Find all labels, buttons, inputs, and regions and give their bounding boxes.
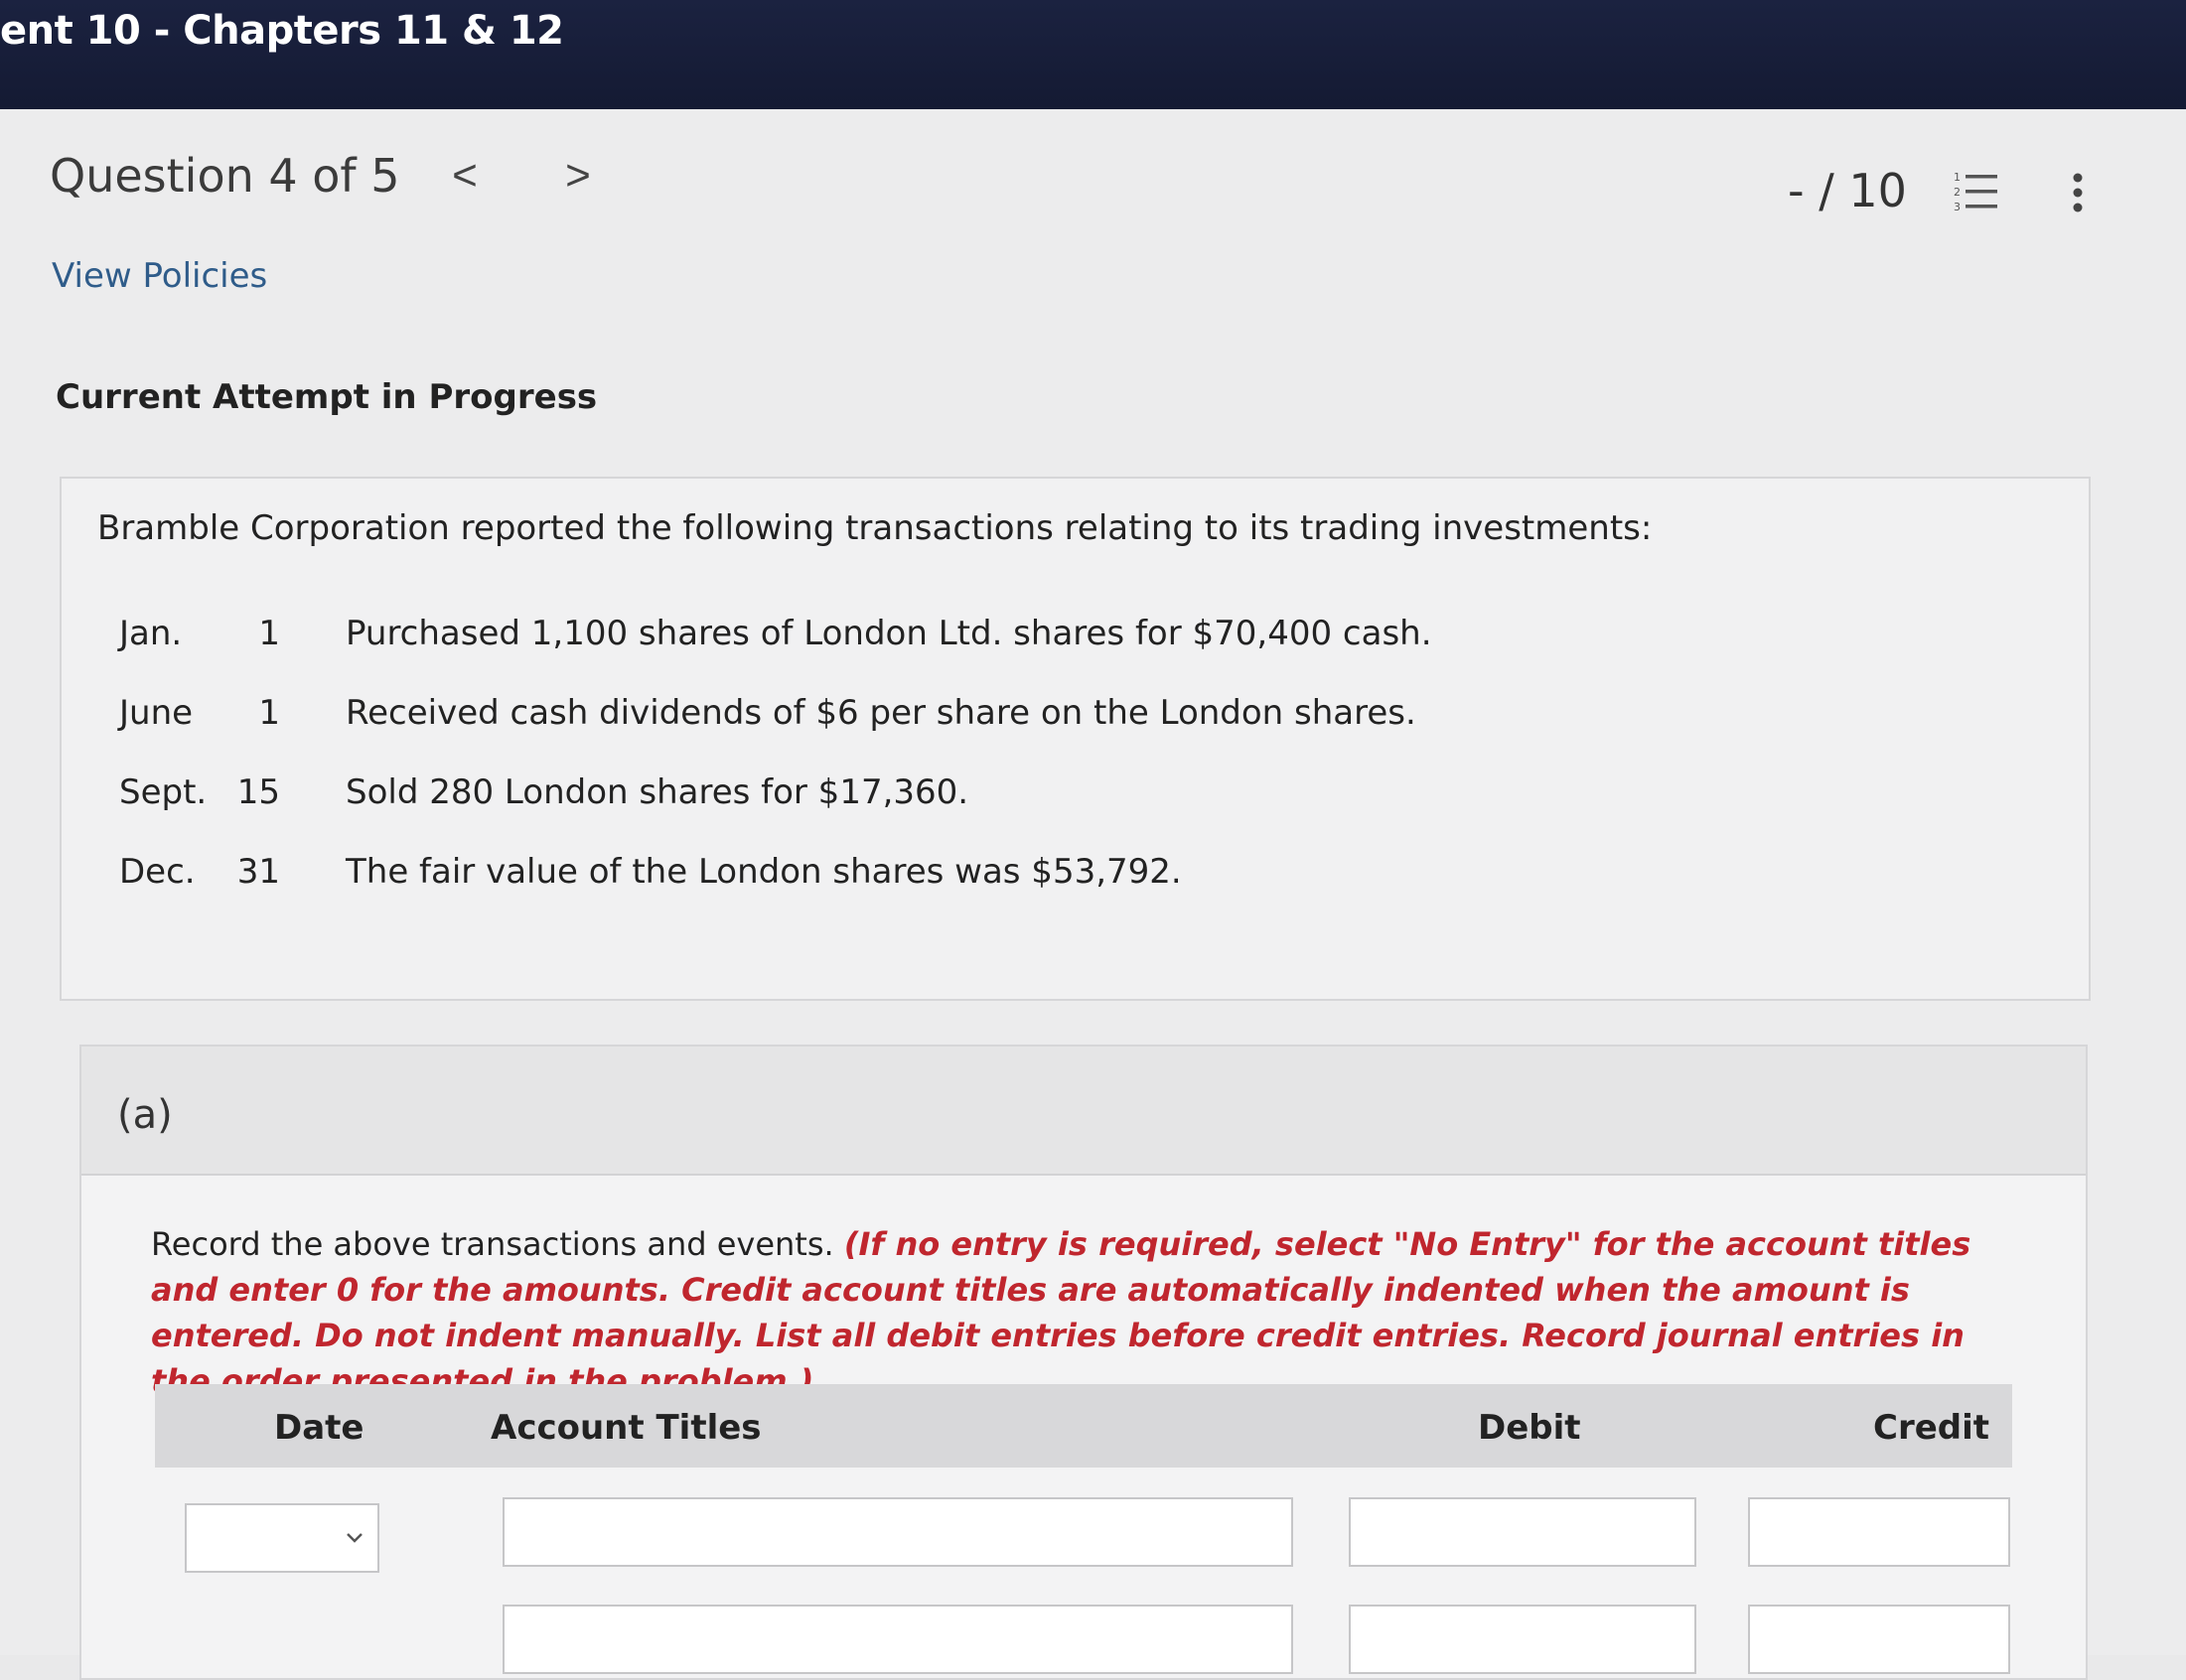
part-a-instructions: Record the above transactions and events…	[151, 1221, 2018, 1404]
column-header-debit: Debit	[1478, 1408, 1581, 1448]
transaction-day: 31	[236, 852, 280, 892]
debit-input[interactable]	[1349, 1605, 1696, 1674]
problem-intro: Bramble Corporation reported the followi…	[97, 508, 1653, 548]
journal-table-header: Date Account Titles Debit Credit	[155, 1384, 2012, 1468]
account-title-input[interactable]	[503, 1605, 1293, 1674]
next-question-button[interactable]: >	[553, 151, 603, 201]
debit-input[interactable]	[1349, 1497, 1696, 1567]
transaction-description: Sold 280 London shares for $17,360.	[346, 772, 969, 812]
transaction-month: Jan.	[119, 614, 183, 653]
part-label: (a)	[117, 1092, 173, 1138]
transaction-day: 1	[258, 614, 280, 653]
instruction-text: Record the above transactions and events…	[151, 1225, 844, 1263]
date-select[interactable]	[185, 1503, 379, 1573]
svg-text:1: 1	[1954, 171, 1961, 184]
transaction-month: Sept.	[119, 772, 208, 812]
transaction-description: Purchased 1,100 shares of London Ltd. sh…	[346, 614, 1432, 653]
question-page: Question 4 of 5 < > - / 10 1 2 3 View Po…	[0, 109, 2186, 1680]
assignment-title: ent 10 - Chapters 11 & 12	[0, 8, 564, 54]
transaction-day: 15	[236, 772, 280, 812]
assignment-header-bar: ent 10 - Chapters 11 & 12	[0, 0, 2186, 109]
column-header-account-titles: Account Titles	[491, 1408, 762, 1448]
problem-statement-card: Bramble Corporation reported the followi…	[60, 477, 2091, 1001]
transaction-row: Dec. 31 The fair value of the London sha…	[62, 852, 2089, 902]
transaction-description: Received cash dividends of $6 per share …	[346, 693, 1416, 733]
chevron-left-icon: <	[452, 151, 478, 200]
attempt-heading: Current Attempt in Progress	[56, 377, 598, 417]
transaction-row: Sept. 15 Sold 280 London shares for $17,…	[62, 772, 2089, 822]
column-header-date: Date	[274, 1408, 364, 1448]
chevron-down-icon	[342, 1527, 367, 1549]
previous-question-button[interactable]: <	[440, 151, 490, 201]
transaction-day: 1	[258, 693, 280, 733]
part-a-header: (a)	[81, 1047, 2086, 1176]
transaction-row: June 1 Received cash dividends of $6 per…	[62, 693, 2089, 743]
numbered-list-icon[interactable]: 1 2 3	[1952, 169, 2001, 214]
question-counter: Question 4 of 5	[50, 149, 400, 203]
credit-input[interactable]	[1748, 1605, 2010, 1674]
transaction-month: Dec.	[119, 852, 196, 892]
transaction-row: Jan. 1 Purchased 1,100 shares of London …	[62, 614, 2089, 663]
column-header-credit: Credit	[1873, 1408, 1990, 1448]
transaction-month: June	[119, 693, 194, 733]
view-policies-link[interactable]: View Policies	[52, 256, 267, 296]
svg-text:2: 2	[1954, 186, 1961, 199]
transaction-description: The fair value of the London shares was …	[346, 852, 1182, 892]
part-a-card: (a) Record the above transactions and ev…	[79, 1045, 2088, 1680]
svg-text:3: 3	[1954, 201, 1961, 213]
credit-input[interactable]	[1748, 1497, 2010, 1567]
question-score: - / 10	[1788, 164, 1907, 217]
chevron-right-icon: >	[565, 151, 591, 200]
more-vertical-icon[interactable]	[2066, 171, 2090, 216]
account-title-input[interactable]	[503, 1497, 1293, 1567]
